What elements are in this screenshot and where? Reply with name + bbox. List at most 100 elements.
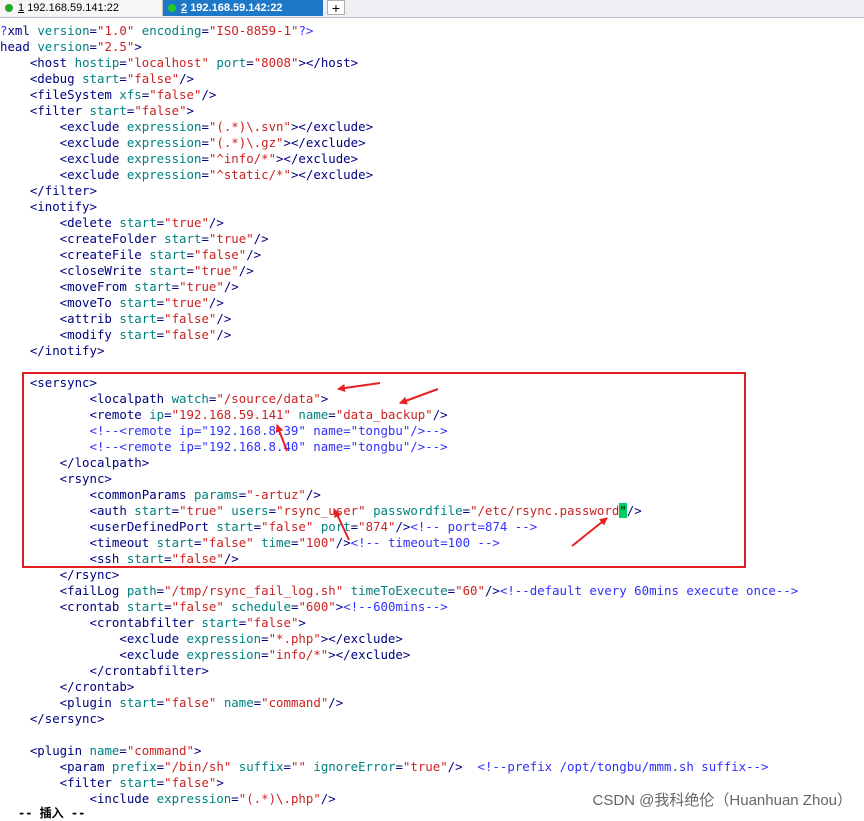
xml-tag-text: <delete <box>0 215 120 230</box>
xml-tag-text: = <box>261 647 269 662</box>
xml-attribute: start <box>126 551 165 566</box>
watermark: CSDN @我科绝伦（Huanhuan Zhou） <box>592 789 852 810</box>
xml-attribute: ignoreError <box>313 759 396 774</box>
xml-attribute: start <box>201 615 239 630</box>
xml-tag-text: = <box>171 279 180 294</box>
tab-host: 192.168.59.141:22 <box>27 2 119 14</box>
code-line: <debug start="false"/> <box>0 71 864 87</box>
xml-tag-text: /> <box>305 487 321 502</box>
new-tab-button[interactable]: + <box>327 0 345 15</box>
xml-tag-text: <rsync> <box>0 471 112 486</box>
xml-tag-text: = <box>89 23 97 38</box>
xml-tag-text: = <box>246 55 254 70</box>
xml-tag-text: <closeWrite <box>0 263 150 278</box>
xml-tag-text: <exclude <box>0 151 127 166</box>
xml-tag-text: <moveFrom <box>0 279 135 294</box>
xml-attribute: start <box>119 695 157 710</box>
xml-attribute: port <box>320 519 351 534</box>
xml-tag-text: /> <box>328 695 344 710</box>
xml-attribute: passwordfile <box>373 503 463 518</box>
xml-value: "60" <box>455 583 485 598</box>
code-line: <createFolder start="true"/> <box>0 231 864 247</box>
xml-tag-text: <plugin <box>0 695 120 710</box>
xml-value: "false" <box>126 71 180 86</box>
xml-value: "false" <box>134 103 187 118</box>
xml-tag-text: /> <box>238 263 254 278</box>
xml-tag-text: <failLog <box>0 583 127 598</box>
code-line: <!--<remote ip="192.168.8.40" name="tong… <box>0 439 864 455</box>
xml-tag-text: = <box>201 151 209 166</box>
xml-attribute: name <box>223 695 254 710</box>
xml-value: "false" <box>164 311 217 326</box>
xml-tag-text: /> <box>253 231 269 246</box>
xml-comment: <!-- timeout=100 --> <box>350 535 500 550</box>
xml-value: "874" <box>358 519 396 534</box>
xml-tag-text: /> <box>216 311 232 326</box>
xml-tag-text: </filter> <box>0 183 97 198</box>
code-line: <moveFrom start="true"/> <box>0 279 864 295</box>
xml-tag-text: > <box>216 775 224 790</box>
xml-tag-text: = <box>253 519 262 534</box>
xml-attribute: start <box>119 775 157 790</box>
xml-value: "/etc/rsync.password <box>470 503 620 518</box>
xml-tag-text: <fileSystem <box>0 87 120 102</box>
xml-attribute: watch <box>171 391 209 406</box>
xml-comment: <!--default every 60mins execute once--> <box>499 583 799 598</box>
terminal-text-area[interactable]: ?xml version="1.0" encoding="ISO-8859-1"… <box>0 23 864 807</box>
code-line: <auth start="true" users="rsync_user" pa… <box>0 503 864 519</box>
code-line: <exclude expression="^static/*"></exclud… <box>0 167 864 183</box>
code-line: </inotify> <box>0 343 864 359</box>
xml-value: "info/*" <box>268 647 329 662</box>
code-line: </sersync> <box>0 711 864 727</box>
xml-tag-text: /> <box>208 215 224 230</box>
xml-value: "(.*)\.svn" <box>208 119 291 134</box>
code-line: head version="2.5"> <box>0 39 864 55</box>
code-line: <exclude expression="(.*)\.gz"></exclude… <box>0 135 864 151</box>
code-line: <crontab start="false" schedule="600"><!… <box>0 599 864 615</box>
xml-tag-text: <createFolder <box>0 231 165 246</box>
xml-attribute: expression <box>156 791 232 806</box>
code-line: <exclude expression="(.*)\.svn"></exclud… <box>0 119 864 135</box>
code-line: <exclude expression="info/*"></exclude> <box>0 647 864 663</box>
xml-tag-text: = <box>201 119 209 134</box>
code-line: <timeout start="false" time="100"/><!-- … <box>0 535 864 551</box>
xml-attribute: expression <box>126 167 202 182</box>
code-line: <exclude expression="*.php"></exclude> <box>0 631 864 647</box>
xml-attribute: name <box>298 407 329 422</box>
xml-attribute: start <box>119 215 157 230</box>
xml-tag-text: </inotify> <box>0 343 105 358</box>
tab-session-1[interactable]: 1 192.168.59.141:22 <box>0 0 163 16</box>
tab-index: 1 <box>18 2 25 14</box>
code-line: <!--<remote ip="192.168.8.39" name="tong… <box>0 423 864 439</box>
xml-tag-text <box>366 503 373 518</box>
code-line: <host hostip="localhost" port="8008"></h… <box>0 55 864 71</box>
code-line: <fileSystem xfs="false"/> <box>0 87 864 103</box>
xml-value: "*.php" <box>268 631 321 646</box>
xml-tag-text: </rsync> <box>0 567 120 582</box>
xml-tag-text: /> <box>223 279 239 294</box>
xml-tag-text: <param <box>0 759 112 774</box>
xml-tag-text: /> <box>223 551 239 566</box>
xml-tag-text: <exclude <box>0 647 187 662</box>
xml-tag-text: = <box>201 23 209 38</box>
xml-attribute: name <box>89 743 120 758</box>
xml-value: "true" <box>179 503 224 518</box>
xml-value: "2.5" <box>97 39 135 54</box>
text-cursor: " <box>619 503 627 518</box>
xml-tag-text: <auth <box>0 503 135 518</box>
xml-tag-text: <debug <box>0 71 83 86</box>
xml-tag-text: = <box>186 247 194 262</box>
xml-tag-text: /> <box>201 87 217 102</box>
xml-tag-text <box>231 759 238 774</box>
xml-attribute: start <box>149 263 187 278</box>
xml-value: "true" <box>193 263 239 278</box>
xml-tag-text: ></exclude> <box>328 647 411 662</box>
xml-value: "false" <box>171 599 224 614</box>
xml-tag-text <box>216 695 223 710</box>
xml-tag-text: > <box>320 391 329 406</box>
tab-session-2[interactable]: 2 192.168.59.142:22 <box>163 0 323 16</box>
xml-value: "false" <box>261 519 314 534</box>
xml-attribute: xfs <box>119 87 142 102</box>
xml-value: "100" <box>298 535 336 550</box>
